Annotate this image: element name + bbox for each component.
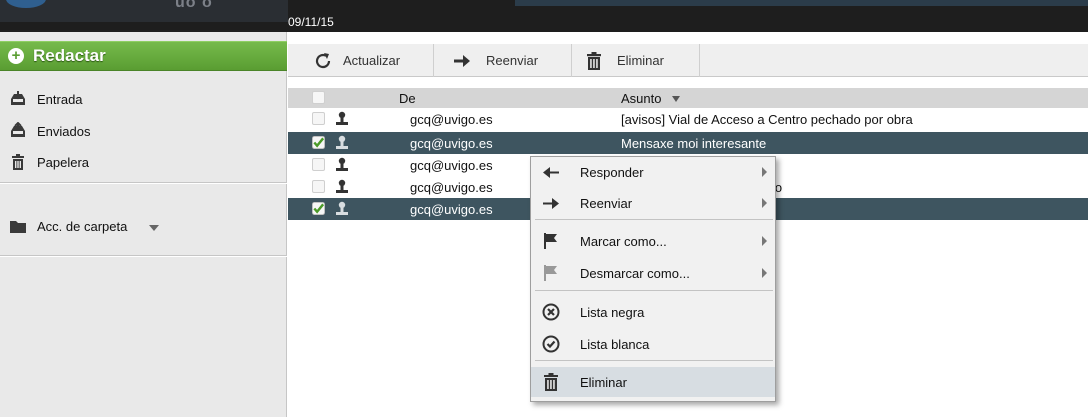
table-row[interactable]: gcq@uvigo.es Mensaxe moi interesante xyxy=(288,132,1088,154)
user-icon xyxy=(336,201,348,215)
menu-item-reply[interactable]: Responder xyxy=(531,157,775,187)
sidebar-item-sent[interactable]: Enviados xyxy=(0,120,287,142)
row-from: gcq@uvigo.es xyxy=(410,112,493,127)
reply-arrow-icon xyxy=(543,167,559,178)
submenu-arrow-icon xyxy=(762,268,767,278)
row-checkbox[interactable] xyxy=(312,158,325,171)
table-row[interactable]: gcq@uvigo.es [avisos] Vial de Acceso a Ce… xyxy=(288,108,1088,130)
chevron-down-icon xyxy=(149,225,159,231)
forward-button[interactable]: Reenviar xyxy=(434,44,570,77)
refresh-icon xyxy=(315,53,331,69)
inbox-icon xyxy=(11,91,25,105)
folder-icon xyxy=(10,221,26,233)
list-header: De Asunto xyxy=(288,88,1088,108)
delete-button[interactable]: Eliminar xyxy=(572,44,698,77)
context-menu: Responder Reenviar Marcar como... Desmarcar… xyxy=(530,156,776,402)
menu-item-delete[interactable]: Eliminar xyxy=(531,367,775,397)
row-checkbox[interactable] xyxy=(312,136,325,149)
whitelist-check-icon xyxy=(542,335,560,353)
compose-button[interactable]: + Redactar xyxy=(0,41,287,71)
sidebar-item-label: Papelera xyxy=(37,155,90,170)
menu-item-label: Marcar como... xyxy=(580,234,667,249)
menu-separator xyxy=(535,360,773,361)
menu-item-label: Lista blanca xyxy=(580,337,650,352)
logo-area: uo o xyxy=(0,0,288,22)
sidebar-divider xyxy=(0,183,287,184)
menu-item-label: Desmarcar como... xyxy=(580,266,690,281)
menu-item-blacklist[interactable]: Lista negra xyxy=(531,297,775,327)
top-bar: uo o 09/11/15 xyxy=(0,0,1088,32)
select-all-checkbox[interactable] xyxy=(312,91,325,104)
menu-item-label: Responder xyxy=(580,165,644,180)
folder-actions-menu[interactable]: Acc. de carpeta xyxy=(0,215,287,237)
forward-arrow-icon xyxy=(454,55,470,67)
user-icon xyxy=(336,179,348,193)
submenu-arrow-icon xyxy=(762,198,767,208)
user-icon xyxy=(336,135,348,149)
date-label: 09/11/15 xyxy=(288,15,334,29)
trash-icon xyxy=(587,52,601,70)
menu-separator xyxy=(535,290,773,291)
blacklist-x-icon xyxy=(542,303,560,321)
sidebar-item-label: Entrada xyxy=(37,92,83,107)
delete-label: Eliminar xyxy=(617,53,664,68)
sidebar-divider xyxy=(0,256,287,257)
folder-actions-label: Acc. de carpeta xyxy=(37,219,128,234)
menu-separator xyxy=(535,219,773,220)
sort-desc-icon[interactable] xyxy=(672,96,680,102)
user-icon xyxy=(336,111,348,125)
logo-text: uo o xyxy=(175,0,213,11)
sent-icon xyxy=(11,122,25,137)
row-subject: Mensaxe moi interesante xyxy=(621,136,767,151)
sidebar-item-inbox[interactable]: Entrada xyxy=(0,88,287,110)
flag-icon xyxy=(544,233,557,249)
message-toolbar: Actualizar Reenviar Eliminar xyxy=(288,44,1088,77)
menu-item-label: Eliminar xyxy=(580,375,627,390)
trash-icon xyxy=(544,373,558,391)
trash-icon xyxy=(12,154,24,170)
user-icon xyxy=(336,157,348,171)
refresh-button[interactable]: Actualizar xyxy=(288,44,432,77)
menu-item-unmark-as[interactable]: Desmarcar como... xyxy=(531,258,775,288)
forward-label: Reenviar xyxy=(486,53,539,68)
submenu-arrow-icon xyxy=(762,236,767,246)
column-header-from[interactable]: De xyxy=(399,91,416,106)
column-header-subject[interactable]: Asunto xyxy=(621,91,661,106)
row-subject: [avisos] Vial de Acceso a Centro pechado… xyxy=(621,112,913,127)
menu-item-label: Reenviar xyxy=(580,196,633,211)
menu-item-whitelist[interactable]: Lista blanca xyxy=(531,329,775,359)
refresh-label: Actualizar xyxy=(343,53,401,68)
row-from: gcq@uvigo.es xyxy=(410,158,493,173)
compose-label: Redactar xyxy=(33,46,106,65)
row-checkbox[interactable] xyxy=(312,112,325,125)
logo-icon xyxy=(6,0,46,8)
row-checkbox[interactable] xyxy=(312,180,325,193)
submenu-arrow-icon xyxy=(762,167,767,177)
sidebar: + Redactar Entrada Enviados Papelera Acc… xyxy=(0,32,287,417)
flag-outline-icon xyxy=(544,265,557,281)
row-from: gcq@uvigo.es xyxy=(410,202,493,217)
toolbar-separator xyxy=(699,44,700,77)
row-from: gcq@uvigo.es xyxy=(410,136,493,151)
menu-item-forward[interactable]: Reenviar xyxy=(531,188,775,218)
header-strip xyxy=(515,0,1088,6)
forward-arrow-icon xyxy=(543,198,559,209)
menu-item-label: Lista negra xyxy=(580,305,645,320)
row-from: gcq@uvigo.es xyxy=(410,180,493,195)
sidebar-item-label: Enviados xyxy=(37,124,91,139)
sidebar-item-trash[interactable]: Papelera xyxy=(0,151,287,173)
plus-icon: + xyxy=(8,48,24,64)
menu-item-mark-as[interactable]: Marcar como... xyxy=(531,226,775,256)
row-checkbox[interactable] xyxy=(312,202,325,215)
